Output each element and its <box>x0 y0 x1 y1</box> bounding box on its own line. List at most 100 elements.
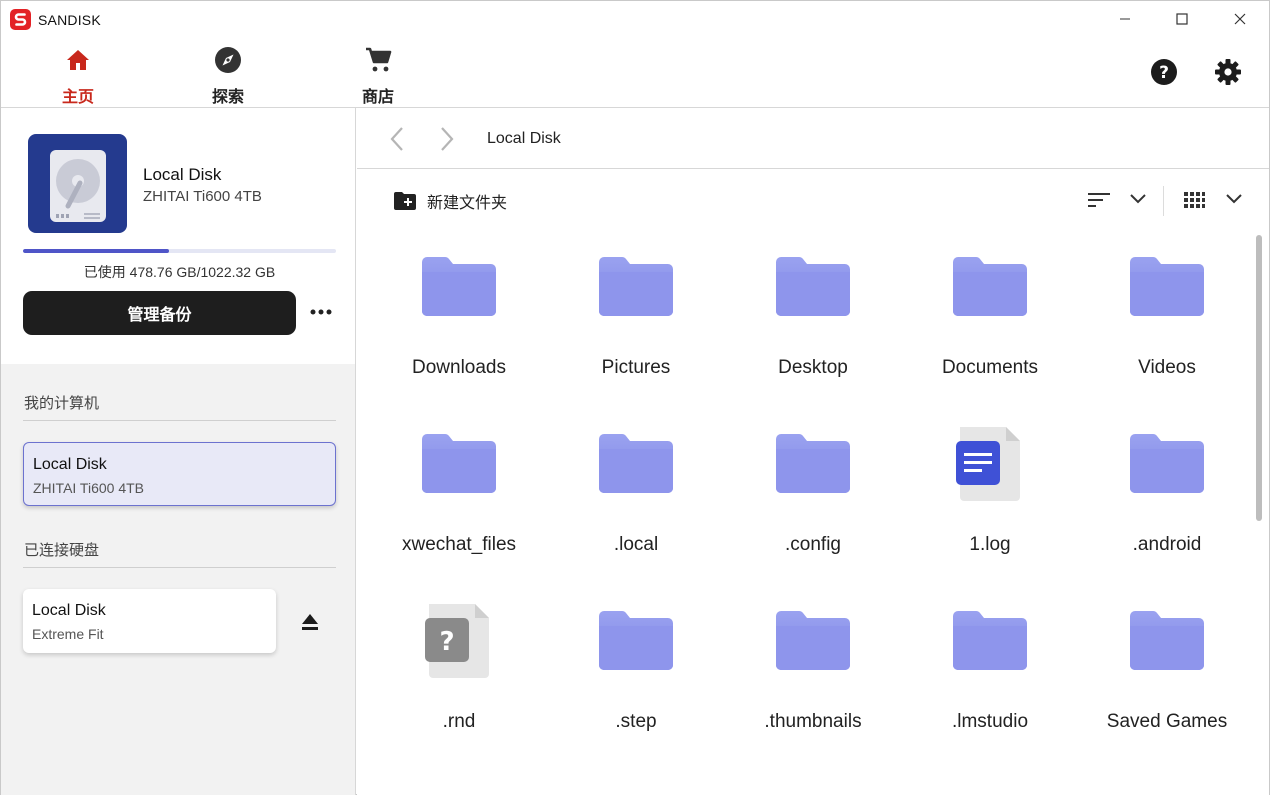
folder-item[interactable]: Documents <box>912 232 1068 392</box>
nav-store-label: 商店 <box>361 87 394 106</box>
item-name: .config <box>785 534 841 555</box>
folder-item[interactable]: .thumbnails <box>735 586 891 746</box>
file-item[interactable]: 1.log <box>912 409 1068 569</box>
folder-icon <box>558 419 714 509</box>
usage-text: 已使用 478.76 GB/1022.32 GB <box>83 264 276 280</box>
svg-text:?: ? <box>1159 63 1169 83</box>
item-name: Downloads <box>412 357 506 378</box>
folder-icon <box>735 242 891 332</box>
folder-item[interactable]: Videos <box>1089 232 1245 392</box>
breadcrumb-bar: Local Disk <box>357 108 1269 169</box>
folder-item[interactable]: .android <box>1089 409 1245 569</box>
folder-icon <box>381 242 537 332</box>
folder-item[interactable]: xwechat_files <box>381 409 537 569</box>
folder-icon <box>558 596 714 686</box>
folder-item[interactable]: Downloads <box>381 232 537 392</box>
settings-button[interactable] <box>1214 58 1242 91</box>
new-folder-icon <box>394 192 416 210</box>
item-name: .rnd <box>442 711 476 732</box>
minimize-icon <box>1120 18 1130 20</box>
folder-item[interactable]: .step <box>558 586 714 746</box>
chevron-down-icon <box>1130 194 1146 204</box>
folder-icon <box>558 242 714 332</box>
disk-model: ZHITAI Ti600 4TB <box>33 480 144 496</box>
folder-item[interactable]: Saved Games <box>1089 586 1245 746</box>
folder-icon <box>1089 242 1245 332</box>
item-name: .lmstudio <box>951 711 1029 732</box>
sidebar-disk-external[interactable]: Local Disk Extreme Fit <box>23 589 276 653</box>
section-my-computer: 我的计算机 <box>24 394 100 412</box>
help-icon: ? <box>1151 59 1177 85</box>
nav-explore[interactable]: 探索 <box>188 45 268 107</box>
item-name: .step <box>615 711 657 732</box>
sort-icon <box>1088 193 1110 207</box>
nav-home-label: 主页 <box>61 87 94 106</box>
view-mode-button[interactable] <box>1183 191 1205 214</box>
nav-home[interactable]: 主页 <box>38 45 118 107</box>
chevron-left-icon <box>390 127 403 151</box>
disk-name: Local Disk <box>32 602 106 619</box>
compass-icon <box>188 45 268 75</box>
toolbar-divider <box>1163 186 1164 216</box>
gear-icon <box>1215 59 1241 85</box>
section-divider <box>23 420 336 421</box>
sort-button[interactable] <box>1087 190 1111 215</box>
top-nav: 主页 探索 商店 ? <box>1 37 1269 107</box>
view-dropdown-button[interactable] <box>1225 192 1243 211</box>
cart-icon <box>338 45 418 75</box>
item-name: .thumbnails <box>764 711 862 732</box>
folder-item[interactable]: .config <box>735 409 891 569</box>
maximize-icon <box>1176 13 1188 25</box>
new-folder-button[interactable]: 新建文件夹 <box>393 189 507 213</box>
drive-model: ZHITAI Ti600 4TB <box>143 188 262 205</box>
folder-icon <box>735 596 891 686</box>
folder-item[interactable]: .local <box>558 409 714 569</box>
usage-bar <box>23 249 336 253</box>
title-bar: SANDISK <box>1 1 1269 37</box>
toolbar: 新建文件夹 <box>357 170 1269 232</box>
folder-item[interactable]: .lmstudio <box>912 586 1068 746</box>
file-item[interactable]: ? .rnd <box>381 586 537 746</box>
drive-name: Local Disk <box>143 165 222 184</box>
item-name: Documents <box>941 357 1039 378</box>
back-button[interactable] <box>387 126 407 157</box>
item-name: Videos <box>1138 357 1196 378</box>
sidebar-disk-local[interactable]: Local Disk ZHITAI Ti600 4TB <box>23 442 336 506</box>
more-options-button[interactable] <box>307 304 335 320</box>
folder-icon <box>912 242 1068 332</box>
grid-view-icon <box>1184 192 1205 208</box>
nav-store[interactable]: 商店 <box>338 45 418 107</box>
nav-explore-label: 探索 <box>211 87 244 106</box>
unknown-file-icon: ? <box>381 596 537 686</box>
folder-item[interactable]: Desktop <box>735 232 891 392</box>
eject-icon <box>302 614 318 630</box>
folder-icon <box>1089 419 1245 509</box>
item-name: .local <box>613 534 659 555</box>
section-connected: 已连接硬盘 <box>24 541 100 559</box>
close-button[interactable] <box>1211 1 1269 37</box>
text-file-icon <box>912 419 1068 509</box>
app-title: SANDISK <box>38 12 101 28</box>
item-name: 1.log <box>969 534 1011 555</box>
help-button[interactable]: ? <box>1150 58 1178 91</box>
disk-model: Extreme Fit <box>32 626 104 642</box>
home-icon <box>38 45 118 75</box>
eject-button[interactable] <box>299 611 321 638</box>
manage-backup-button[interactable]: 管理备份 <box>23 291 296 335</box>
usage-fill <box>23 249 170 253</box>
folder-icon <box>912 596 1068 686</box>
folder-item[interactable]: Pictures <box>558 232 714 392</box>
sort-dropdown-button[interactable] <box>1129 192 1147 211</box>
more-dots-icon <box>310 309 332 315</box>
chevron-right-icon <box>441 127 454 151</box>
vertical-scrollbar[interactable] <box>1256 235 1262 521</box>
item-name: xwechat_files <box>401 534 517 555</box>
svg-text:?: ? <box>439 627 454 657</box>
item-name: Saved Games <box>1106 711 1228 732</box>
minimize-button[interactable] <box>1096 1 1154 37</box>
forward-button[interactable] <box>437 126 457 157</box>
maximize-button[interactable] <box>1153 1 1211 37</box>
breadcrumb[interactable]: Local Disk <box>487 130 561 148</box>
item-name: .android <box>1132 534 1202 555</box>
sandisk-logo-icon <box>10 9 31 30</box>
